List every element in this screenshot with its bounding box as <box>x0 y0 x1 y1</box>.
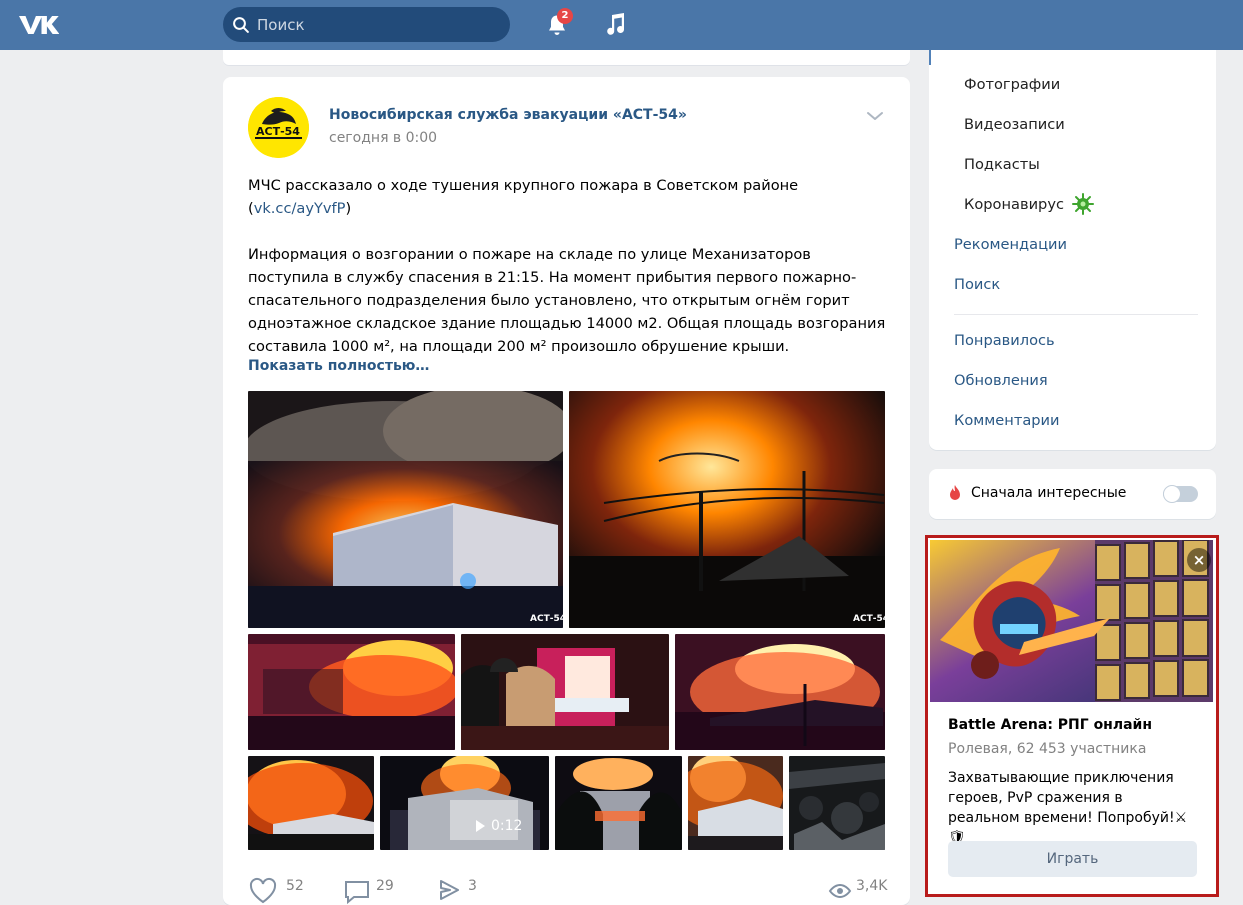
post-actions: 52 29 3 3,4K <box>248 877 908 905</box>
post-author-link[interactable]: Новосибирская служба эвакуации «АСТ-54» <box>329 107 687 123</box>
active-menu-marker <box>929 50 931 65</box>
ad-title[interactable]: Battle Arena: РПГ онлайн <box>948 717 1152 733</box>
sidebar-item-liked[interactable]: Понравилось <box>954 332 1055 349</box>
shares-count[interactable]: 3 <box>468 878 477 894</box>
author-avatar[interactable]: АСТ-54 <box>248 97 309 158</box>
interesting-first-label: Сначала интересные <box>971 485 1127 501</box>
sidebar-item-videos[interactable]: Видеозаписи <box>964 116 1065 133</box>
sidebar-item-updates[interactable]: Обновления <box>954 372 1048 389</box>
ad-subtitle: Ролевая, 62 453 участника <box>948 741 1147 757</box>
post-paragraph-line: спасательного подразделения было установ… <box>248 292 850 309</box>
views-count: 3,4K <box>856 878 888 894</box>
show-more-link[interactable]: Показать полностью… <box>248 358 429 374</box>
interesting-first-card: Сначала интересные <box>929 469 1216 519</box>
search-icon <box>233 17 249 33</box>
comments-count[interactable]: 29 <box>376 878 394 894</box>
sidebar-item-coronavirus[interactable]: Коронавирус <box>964 196 1064 213</box>
share-icon[interactable] <box>435 877 465 905</box>
music-icon[interactable] <box>603 11 627 37</box>
fire-photo-factory-interior[interactable] <box>248 634 455 750</box>
post-time[interactable]: сегодня в 0:00 <box>329 130 437 146</box>
comment-icon[interactable] <box>342 877 372 905</box>
video-duration: 0:12 <box>491 818 523 834</box>
post-text: МЧС рассказало о ходе тушения крупного п… <box>248 174 898 358</box>
views-eye-icon <box>828 883 852 899</box>
sidebar-item-comments[interactable]: Комментарии <box>954 412 1060 429</box>
sidebar-item-photos[interactable]: Фотографии <box>964 76 1060 93</box>
game-ad-image[interactable]: × <box>930 540 1213 702</box>
likes-count[interactable]: 52 <box>286 878 304 894</box>
fire-photo-roof-collapse[interactable] <box>675 634 885 750</box>
notification-count-badge[interactable]: 2 <box>557 8 573 24</box>
game-ad-card: × Battle Arena: РПГ онлайн Ролевая, 62 4… <box>925 535 1219 897</box>
fire-photo-small-1[interactable] <box>248 756 374 850</box>
firefighters-photo[interactable] <box>461 634 669 750</box>
ad-description: Захватывающие приключения героев, PvP ср… <box>948 770 1188 846</box>
photo-watermark: АСТ-54 <box>530 614 563 624</box>
fire-video-thumbnail[interactable]: 0:12 <box>380 756 549 850</box>
top-navigation-bar: 2 <box>0 0 1243 50</box>
post-paragraph-line: Информация о возгорании о пожаре на скла… <box>248 246 811 263</box>
interesting-first-toggle[interactable] <box>1163 485 1198 503</box>
fire-photo-debris[interactable] <box>789 756 885 850</box>
video-duration-overlay[interactable]: 0:12 <box>476 814 544 838</box>
post-paragraph-line: одноэтажное складское здание площадью 14… <box>248 315 886 332</box>
sidebar-divider <box>954 314 1198 315</box>
vk-logo-icon[interactable] <box>17 13 59 37</box>
play-icon <box>476 820 485 832</box>
external-link[interactable]: vk.cc/ayYvfP <box>254 200 346 217</box>
fire-photo-small-3[interactable] <box>555 756 682 850</box>
close-ad-button[interactable]: × <box>1187 548 1211 572</box>
post-text-line-1: МЧС рассказало о ходе тушения крупного п… <box>248 177 799 194</box>
photo-watermark: АСТ-54 <box>853 614 885 624</box>
post-paragraph-line: составила 1000 м², на площади 200 м² про… <box>248 338 790 355</box>
toggle-knob <box>1163 485 1181 503</box>
sidebar-menu: Фотографии Видеозаписи Подкасты Коронави… <box>929 50 1216 450</box>
sidebar-item-podcasts[interactable]: Подкасты <box>964 156 1040 173</box>
sidebar-item-recommendations[interactable]: Рекомендации <box>954 236 1067 253</box>
post-paragraph-line: поступила в службу спасения в 21:15. На … <box>248 269 857 286</box>
coronavirus-icon <box>1072 193 1094 215</box>
link-close-paren: ) <box>345 200 352 217</box>
previous-post-bottom <box>223 50 910 65</box>
chevron-down-icon[interactable] <box>865 108 885 124</box>
play-game-button[interactable]: Играть <box>948 841 1197 877</box>
search-input[interactable] <box>257 7 502 42</box>
search-box[interactable] <box>223 7 510 42</box>
fire-photo-small-4[interactable] <box>688 756 783 850</box>
fire-photo-wires-large[interactable]: АСТ-54 <box>569 391 885 628</box>
fire-icon <box>950 485 960 500</box>
post-link-line: (vk.cc/ayYvfP) <box>248 197 898 220</box>
ast54-logo-icon: АСТ-54 <box>248 97 309 158</box>
fire-photo-building-large[interactable]: АСТ-54 <box>248 391 563 628</box>
post-card: АСТ-54 Новосибирская служба эвакуации «А… <box>223 77 910 905</box>
sidebar-item-search[interactable]: Поиск <box>954 276 1000 293</box>
avatar-brand-text: АСТ-54 <box>256 125 300 138</box>
heart-icon[interactable] <box>248 877 278 905</box>
